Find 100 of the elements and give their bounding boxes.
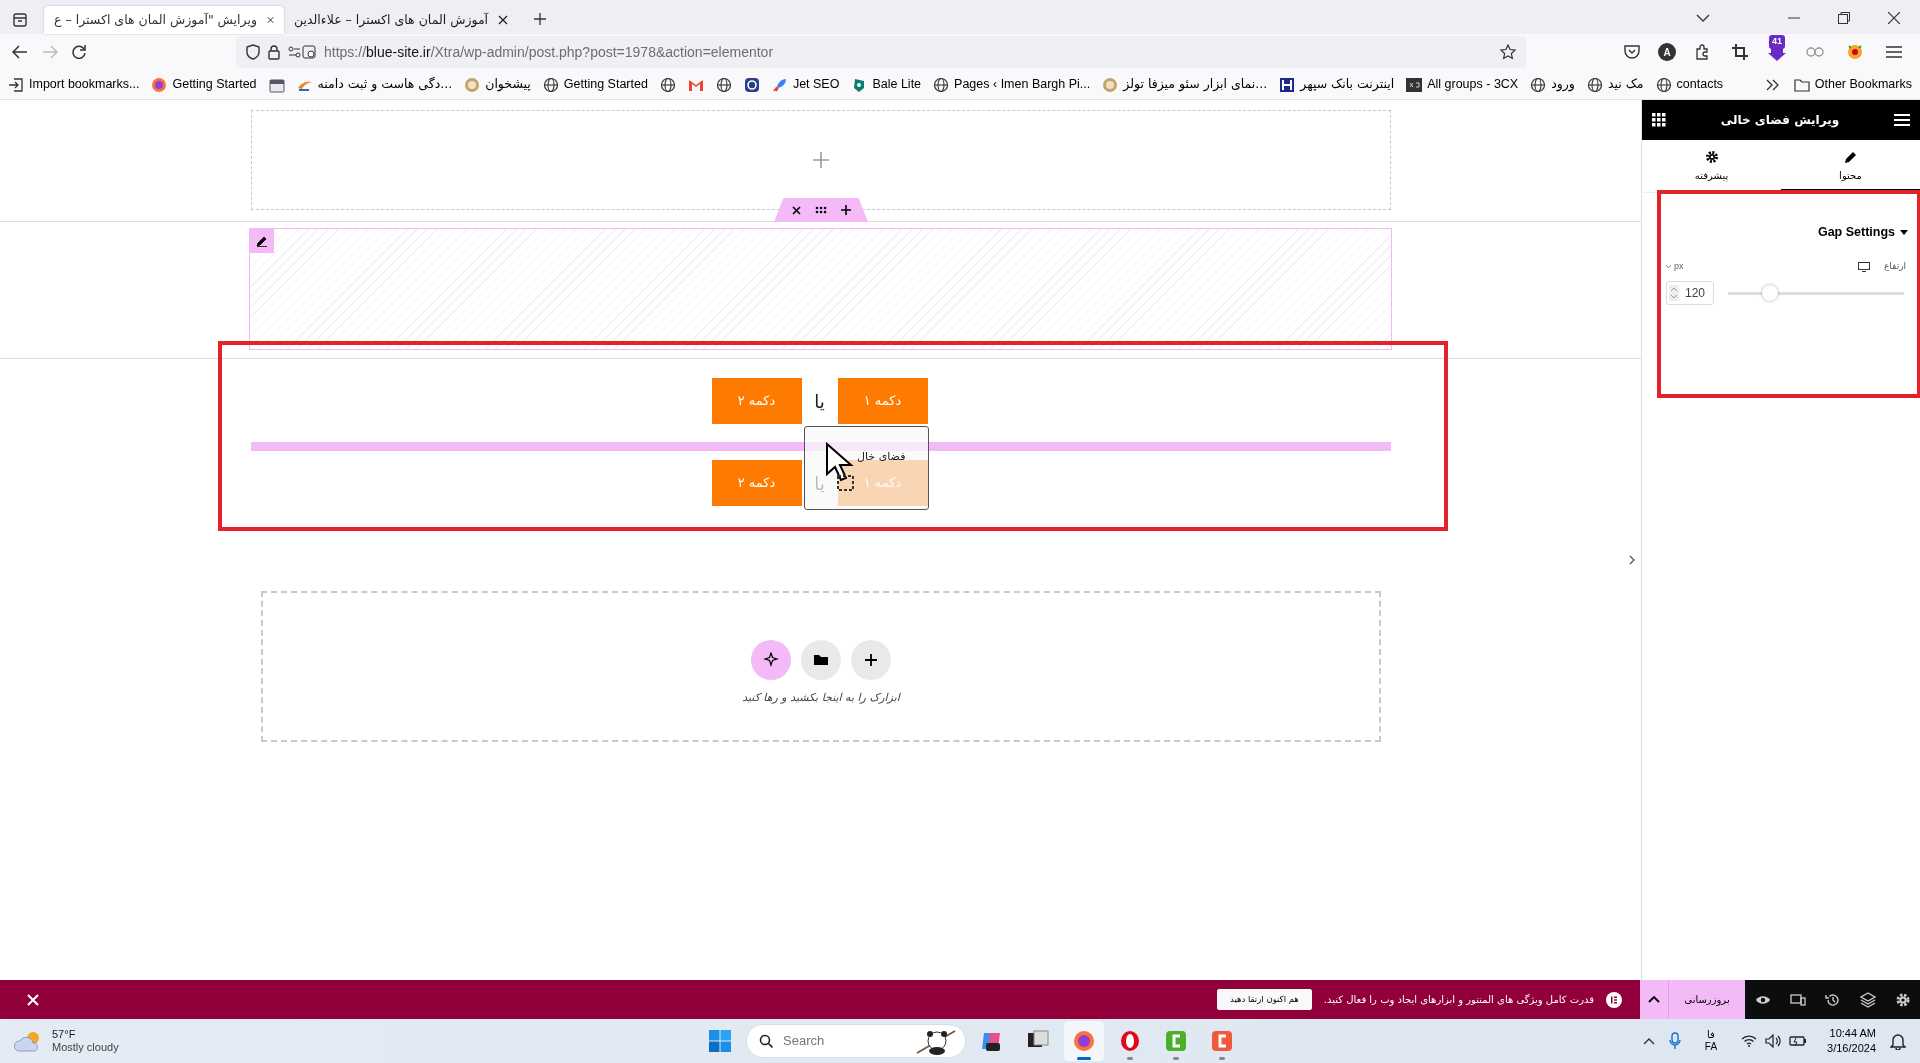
volume-icon	[1765, 1034, 1782, 1048]
update-button[interactable]: بروزرسانی	[1668, 980, 1745, 1019]
bookmark-item[interactable]: پیشخوان	[464, 75, 531, 94]
back-icon	[12, 45, 28, 59]
pencil-icon	[1843, 150, 1858, 164]
bookmark-item[interactable]: مک نید	[1586, 75, 1644, 94]
search-bar[interactable]: Search	[746, 1024, 966, 1058]
bookmark-icon-button[interactable]	[659, 76, 676, 93]
clock-button[interactable]: 10:44 AM 3/16/2024	[1827, 1026, 1876, 1056]
drag-handle-icon[interactable]	[814, 206, 827, 214]
menu-icon	[1886, 46, 1902, 58]
close-icon	[27, 993, 39, 1006]
crop-icon	[1732, 44, 1748, 60]
folder-button[interactable]	[801, 640, 841, 681]
bookmark-item[interactable]: ...نمای ابزار سئو میزفا تولز	[1102, 75, 1268, 94]
url-text: https://blue-site.ir/Xtra/wp-admin/post.php?post=1978&action=elementor	[324, 42, 774, 62]
chevron-right-icon[interactable]	[1629, 555, 1635, 565]
other-bookmarks-item[interactable]: Other Bookmarks	[1793, 75, 1912, 94]
calendar-icon	[268, 76, 285, 93]
drop-hint: ابزارک را به اینجا بکشید و رها کنید	[742, 690, 900, 707]
add-icon[interactable]	[840, 205, 851, 215]
ring-icon	[1102, 76, 1119, 93]
unit-selector[interactable]: px	[1666, 259, 1684, 274]
bookmark-icon-button[interactable]	[715, 76, 732, 93]
close-icon[interactable]	[791, 205, 801, 215]
bookmark-item[interactable]: Getting Started	[542, 75, 648, 94]
menu-icon[interactable]	[1894, 114, 1910, 126]
upgrade-button[interactable]: هم اکنون ارتقا دهید	[1216, 989, 1312, 1010]
globe-icon	[1530, 76, 1547, 93]
sparkle-button[interactable]	[751, 640, 791, 681]
bookmark-item[interactable]: contacts	[1655, 75, 1724, 94]
panel-tab[interactable]: محتوا	[1781, 140, 1920, 192]
link-icon	[1806, 46, 1824, 58]
puzzle-icon	[1694, 44, 1710, 60]
spinner-icon[interactable]	[1669, 285, 1679, 302]
tab-list-icon[interactable]	[12, 12, 28, 28]
sparkle-icon	[763, 652, 779, 669]
gear-icon	[1704, 150, 1719, 164]
bookmark-item[interactable]: اینترنت بانک سپهر	[1279, 75, 1395, 94]
pocket-icon	[1624, 45, 1640, 59]
chevron-double-right-icon[interactable]	[1765, 78, 1780, 91]
globe-icon	[542, 76, 559, 93]
notification-bell-icon[interactable]	[1890, 1032, 1906, 1050]
search-icon	[759, 1034, 773, 1048]
permissions-icon[interactable]	[288, 45, 316, 59]
globe-icon	[933, 76, 950, 93]
bookmark-item[interactable]: Import bookmarks...	[8, 75, 140, 94]
reload-icon	[72, 45, 86, 59]
devices-icon	[1789, 991, 1806, 1008]
forward-icon	[42, 45, 58, 59]
add-button[interactable]	[851, 640, 891, 681]
search-field[interactable]: Search	[781, 1030, 881, 1052]
firefox-button[interactable]	[1064, 1021, 1104, 1061]
lock-icon	[268, 44, 280, 60]
bookmark-item[interactable]: Getting Started	[151, 75, 257, 94]
spacer-widget[interactable]	[249, 228, 1392, 350]
bookmark-item[interactable]: Bale Lite	[851, 75, 922, 94]
bookmark-icon-button[interactable]	[268, 76, 285, 93]
browser-tab[interactable]: آموزش المان های اکسترا – علاءالدین	[284, 6, 519, 34]
bookmark-item[interactable]: ...دگی هاست و ثبت دامنه	[296, 75, 453, 94]
chevron-up-icon	[1648, 996, 1660, 1003]
restore-icon[interactable]	[1838, 12, 1850, 24]
bookmark-item[interactable]: All groups - 3CX	[1406, 75, 1519, 94]
tab-title: ویرایش "آموزش المان های اکسترا – ع	[54, 10, 257, 30]
close-icon[interactable]	[1888, 12, 1900, 24]
notification-badge: 41	[1769, 35, 1785, 49]
close-icon[interactable]	[498, 15, 509, 25]
section-toggle[interactable]: Gap Settings	[1817, 223, 1908, 242]
slider-thumb[interactable]	[1762, 285, 1779, 302]
collapse-button[interactable]	[1640, 980, 1668, 1019]
chevron-down-icon[interactable]	[1696, 14, 1710, 22]
arrow-down-icon[interactable]	[1768, 46, 1786, 62]
flame-icon	[1072, 1029, 1096, 1053]
grid-icon	[1406, 76, 1423, 93]
panel-tab[interactable]: پیشرفته	[1642, 140, 1781, 192]
pencil-icon	[256, 235, 268, 247]
bookmark-icon-button[interactable]	[743, 76, 760, 93]
temperature-text: 57°F	[52, 1027, 77, 1041]
flower-icon	[1846, 44, 1864, 60]
flame-icon	[151, 76, 168, 93]
bookmark-item[interactable]: Pages ‹ Imen Bargh Pi...	[933, 75, 1091, 94]
account-button[interactable]: A	[1658, 43, 1676, 61]
bookmark-item[interactable]: Jet SEO	[771, 75, 840, 94]
browser-tab[interactable]: ویرایش "آموزش المان های اکسترا – ع	[44, 6, 284, 34]
bookmark-item[interactable]: ورود	[1530, 75, 1575, 94]
microphone-icon[interactable]	[1668, 1032, 1681, 1050]
import-icon	[8, 76, 24, 93]
globe-icon	[715, 76, 732, 93]
star-icon[interactable]	[1500, 44, 1516, 60]
quick-settings-button[interactable]	[1741, 1034, 1808, 1048]
chevron-down-icon	[1666, 265, 1671, 268]
apps-grid-icon[interactable]	[1652, 113, 1666, 127]
desktop-icon[interactable]	[1857, 261, 1870, 272]
control-label: ارتفاع	[1883, 259, 1906, 273]
address-bar[interactable]: https://blue-site.ir/Xtra/wp-admin/post.php?post=1978&action=elementor	[236, 36, 1526, 68]
chevron-up-icon[interactable]	[1642, 1037, 1655, 1045]
new-tab-icon[interactable]	[534, 13, 547, 25]
battery-icon	[1789, 1035, 1808, 1047]
panel-title: ویرایش فضای خالی	[1720, 112, 1840, 129]
edit-button[interactable]	[250, 229, 274, 253]
